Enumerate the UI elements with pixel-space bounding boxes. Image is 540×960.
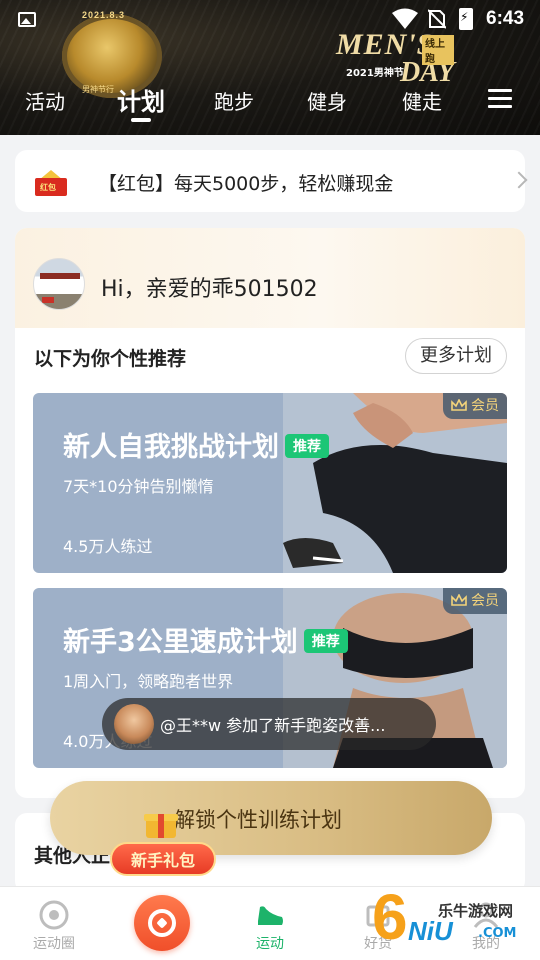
newbie-gift[interactable]: 新手礼包 (110, 806, 218, 878)
avatar[interactable] (33, 258, 85, 310)
nav-item-community[interactable]: 运动圈 (0, 887, 108, 960)
tab-running[interactable]: 跑步 (214, 86, 254, 115)
activity-toast[interactable]: @王**w 参加了新手跑姿改善... (102, 698, 436, 750)
crown-icon (451, 594, 467, 606)
event-subtitle: 2021男神节 (346, 68, 404, 79)
tab-active-indicator (131, 118, 151, 122)
battery-icon (459, 8, 473, 30)
plan-title: 新人自我挑战计划 推荐 (63, 425, 329, 464)
tab-activity[interactable]: 活动 (25, 86, 65, 115)
vip-label: 会员 (471, 593, 499, 609)
tab-plan[interactable]: 计划 (117, 82, 165, 117)
top-tabs: 活动 计划 跑步 健身 健走 (0, 80, 540, 122)
wifi-icon (392, 8, 418, 29)
gallery-icon (18, 12, 36, 27)
redpacket-icon: 红包 (35, 170, 67, 196)
more-plans-button[interactable]: 更多计划 (405, 338, 507, 374)
nav-label: 运动圈 (33, 936, 75, 952)
menu-icon[interactable] (488, 89, 512, 109)
sneaker-icon (258, 906, 283, 925)
tab-fitness[interactable]: 健身 (307, 86, 347, 115)
watermark-bottom: NiU (408, 916, 453, 946)
vip-badge: 会员 (443, 393, 507, 419)
plan-title-text: 新人自我挑战计划 (63, 432, 279, 463)
status-bar: 6:43 (0, 0, 540, 40)
community-icon (39, 900, 69, 930)
greeting: Hi，亲爱的乖501502 (101, 277, 318, 302)
recommend-tag: 推荐 (285, 433, 329, 458)
banner-text: 【红包】每天5000步，轻松赚现金 (98, 173, 394, 195)
plan-photo-stretch (283, 393, 507, 573)
crown-icon (451, 399, 467, 411)
header-banner: 6:43 2021.8.3 男神节行 MEN'S DAY 线上跑 2021男神节… (0, 0, 540, 135)
watermark-logo: 6 乐牛游戏网 NiU .COM (372, 880, 540, 960)
plan-title-text: 新手3公里速成计划 (63, 627, 298, 658)
tab-walking[interactable]: 健走 (402, 86, 442, 115)
nav-item-sport[interactable]: 运动 (216, 887, 324, 960)
plan-item[interactable]: 新人自我挑战计划 推荐 7天*10分钟告别懒惰 4.5万人练过 会员 (33, 393, 507, 573)
vip-badge: 会员 (443, 588, 507, 614)
compass-icon (148, 909, 176, 937)
plan-count: 4.5万人练过 (63, 537, 153, 556)
chevron-right-icon (510, 171, 528, 189)
gift-icon (144, 808, 178, 838)
plan-subtitle: 1周入门，领略跑者世界 (63, 672, 234, 691)
watermark-digit: 6 (372, 881, 408, 953)
status-time: 6:43 (486, 8, 525, 29)
toast-text: @王**w 参加了新手跑姿改善... (160, 716, 386, 735)
toast-avatar (114, 704, 154, 744)
nav-label: 运动 (256, 936, 284, 952)
plan-subtitle: 7天*10分钟告别懒惰 (63, 477, 214, 496)
recommend-tag: 推荐 (303, 628, 348, 653)
vip-label: 会员 (471, 398, 499, 414)
redpacket-icon-text: 红包 (40, 183, 56, 192)
start-workout-button[interactable] (134, 895, 190, 951)
plan-title: 新手3公里速成计划 推荐 (63, 620, 348, 659)
watermark-com: .COM (478, 926, 517, 941)
no-sim-icon (428, 9, 446, 29)
recommend-title: 以下为你个性推荐 (34, 348, 187, 370)
gift-label: 新手礼包 (110, 842, 216, 876)
redpacket-banner[interactable]: 红包 【红包】每天5000步，轻松赚现金 (15, 150, 528, 212)
